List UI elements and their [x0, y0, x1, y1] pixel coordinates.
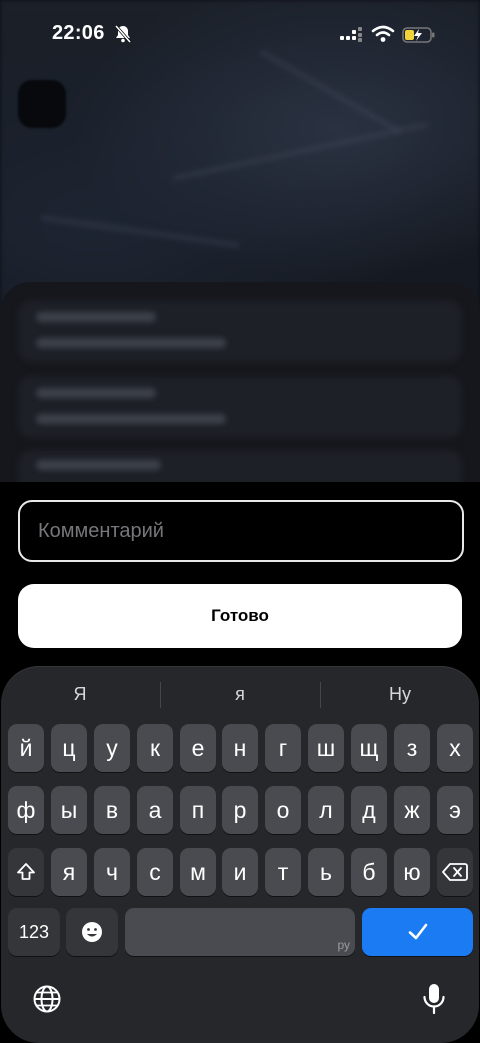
suggestion-2[interactable]: я — [161, 672, 319, 716]
key[interactable]: н — [222, 724, 258, 772]
key[interactable]: ц — [51, 724, 87, 772]
key[interactable]: ч — [94, 848, 130, 896]
key[interactable]: щ — [351, 724, 387, 772]
blurred-text — [36, 414, 226, 424]
microphone-icon[interactable] — [421, 982, 447, 1016]
delete-key[interactable] — [437, 848, 473, 896]
key[interactable]: я — [51, 848, 87, 896]
keyboard-bottom-bar — [0, 975, 480, 1025]
blurred-card — [18, 376, 462, 438]
key[interactable]: з — [394, 724, 430, 772]
key[interactable]: ф — [8, 786, 44, 834]
space-language-label: ру — [337, 938, 350, 952]
key[interactable]: й — [8, 724, 44, 772]
key[interactable]: г — [265, 724, 301, 772]
key[interactable]: а — [137, 786, 173, 834]
suggestion-1[interactable]: Я — [1, 672, 159, 716]
key[interactable]: л — [308, 786, 344, 834]
suggestion-3[interactable]: Ну — [321, 672, 479, 716]
key[interactable]: х — [437, 724, 473, 772]
key[interactable]: р — [222, 786, 258, 834]
key[interactable]: д — [351, 786, 387, 834]
key[interactable]: ь — [308, 848, 344, 896]
key[interactable]: у — [94, 724, 130, 772]
status-time: 22:06 — [52, 22, 105, 44]
space-key[interactable]: ру — [125, 908, 355, 956]
numbers-key[interactable]: 123 — [8, 908, 60, 956]
key[interactable]: ш — [308, 724, 344, 772]
key[interactable]: в — [94, 786, 130, 834]
emoji-icon — [82, 922, 102, 942]
key[interactable]: э — [437, 786, 473, 834]
globe-icon[interactable] — [32, 984, 62, 1014]
back-button[interactable] — [18, 80, 66, 128]
blurred-text — [36, 388, 156, 398]
bell-slash-icon — [114, 25, 132, 43]
key[interactable]: о — [265, 786, 301, 834]
key[interactable]: т — [265, 848, 301, 896]
comment-input[interactable] — [18, 500, 464, 562]
wifi-icon — [371, 25, 395, 42]
shift-key[interactable] — [8, 848, 44, 896]
key[interactable]: с — [137, 848, 173, 896]
key[interactable]: ы — [51, 786, 87, 834]
backspace-icon — [442, 863, 468, 881]
cellular-signal-icon — [340, 27, 362, 42]
return-key[interactable] — [362, 908, 473, 956]
blurred-card — [18, 300, 462, 362]
key[interactable]: к — [137, 724, 173, 772]
key[interactable]: е — [180, 724, 216, 772]
emoji-key[interactable] — [66, 908, 118, 956]
shift-icon — [17, 863, 35, 880]
blurred-text — [36, 312, 156, 322]
status-bar: 22:06 — [0, 0, 480, 70]
key[interactable]: п — [180, 786, 216, 834]
key[interactable]: ю — [394, 848, 430, 896]
battery-charging-icon — [402, 27, 435, 43]
done-button[interactable]: Готово — [18, 584, 462, 648]
key[interactable]: м — [180, 848, 216, 896]
key[interactable]: и — [222, 848, 258, 896]
key[interactable]: ж — [394, 786, 430, 834]
blurred-text — [36, 338, 226, 348]
key[interactable]: б — [351, 848, 387, 896]
checkmark-icon — [408, 923, 427, 940]
blurred-text — [36, 460, 161, 470]
